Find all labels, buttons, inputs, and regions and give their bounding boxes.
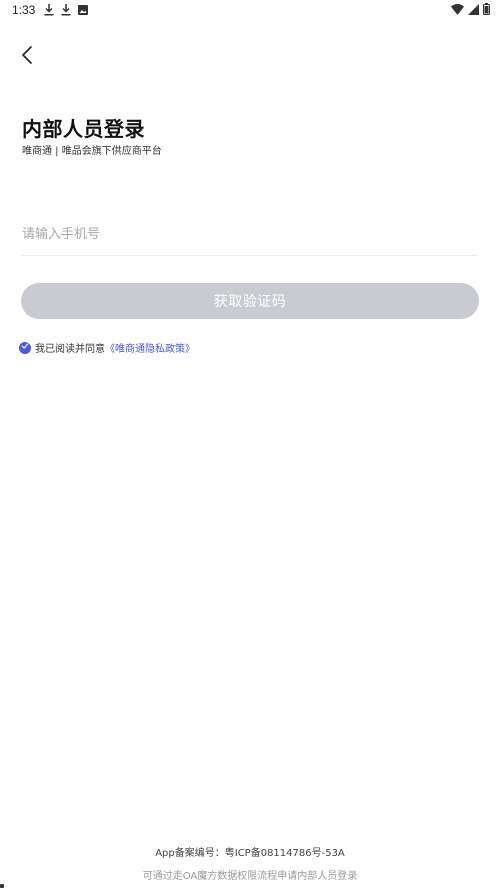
agreement-checkbox[interactable] [19, 341, 31, 354]
status-time: 1:33 [12, 3, 36, 17]
phone-input[interactable] [22, 219, 478, 249]
page-subtitle: 唯商通 | 唯品会旗下供应商平台 [22, 146, 162, 157]
agreement-text: 我已阅读并同意 [35, 344, 105, 355]
page-title: 内部人员登录 [22, 117, 145, 141]
system-icons [451, 3, 490, 15]
footer-icp: App备案编号：粤ICP备08114786号-53A [155, 848, 345, 859]
status-bar: 1:33 [0, 0, 500, 22]
privacy-policy-link[interactable]: 《唯商通隐私政策》 [105, 340, 195, 355]
chevron-left-icon [21, 45, 33, 69]
agreement-row: 我已阅读并同意 《唯商通隐私政策》 [19, 340, 195, 355]
image-icon [78, 5, 88, 15]
battery-icon [483, 3, 490, 15]
get-code-button[interactable]: 获取验证码 [21, 283, 479, 319]
corner-mark [0, 884, 4, 888]
notification-icons [44, 4, 88, 16]
wifi-icon [451, 3, 464, 15]
download-icon [44, 4, 54, 16]
check-icon [21, 342, 29, 353]
download-icon [61, 4, 71, 16]
signal-icon [468, 3, 479, 15]
input-divider [22, 255, 478, 256]
footer-hint: 可通过走OA魔方数据权限流程申请内部人员登录 [142, 871, 358, 882]
back-button[interactable] [14, 44, 40, 70]
